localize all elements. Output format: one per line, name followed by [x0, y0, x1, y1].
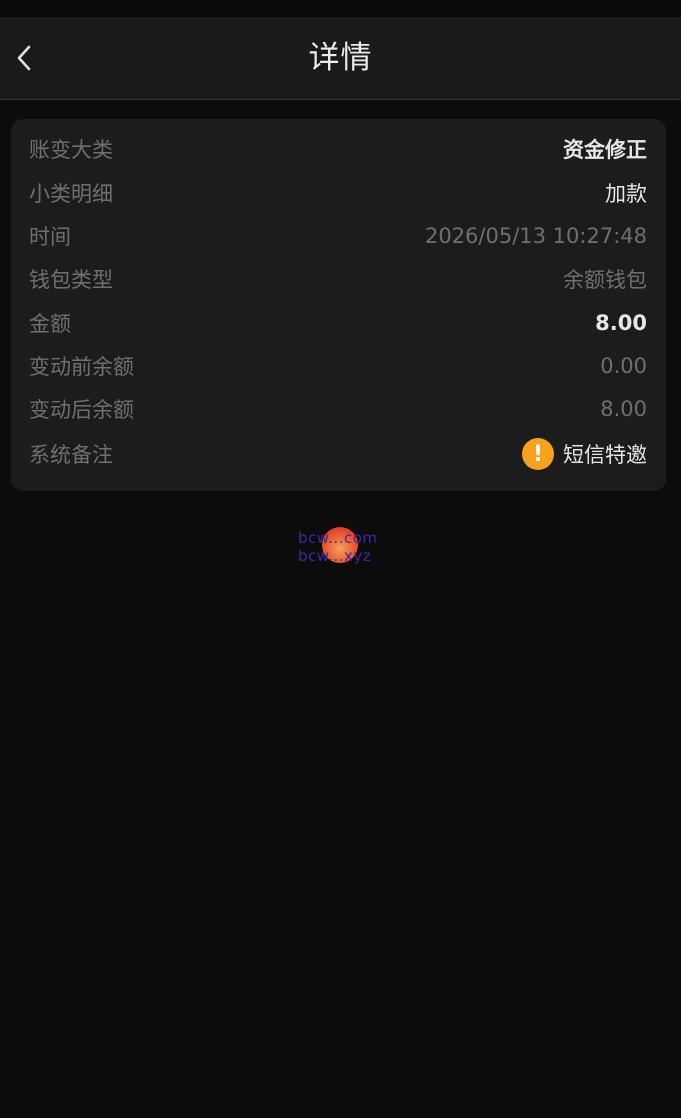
wallet-type-value: 余额钱包 [563, 268, 647, 292]
time-value: 2026/05/13 10:27:48 [424, 224, 647, 248]
exclamation-circle-icon: ! [522, 438, 554, 470]
detail-row-category: 账变大类 资金修正 [29, 129, 647, 169]
amount-label: 金额 [29, 312, 71, 336]
watermark-line-2: bcw...xyz [298, 547, 372, 565]
detail-row-balance-before: 变动前余额 0.00 [29, 346, 647, 386]
category-label: 账变大类 [29, 138, 113, 162]
subcategory-value: 加款 [605, 182, 647, 206]
detail-row-time: 时间 2026/05/13 10:27:48 [29, 216, 647, 256]
detail-row-wallet-type: 钱包类型 余额钱包 [29, 259, 647, 299]
category-value: 资金修正 [563, 138, 647, 162]
balance-after-label: 变动后余额 [29, 398, 134, 422]
detail-row-amount: 金额 8.00 [29, 303, 647, 343]
top-nav-bar: 详情 [0, 17, 681, 100]
subcategory-label: 小类明细 [29, 182, 113, 206]
watermark-line-1: bcw...com [298, 529, 378, 547]
balance-after-value: 8.00 [600, 397, 647, 421]
detail-row-balance-after: 变动后余额 8.00 [29, 389, 647, 429]
detail-row-remark: 系统备注 ! 短信特邀 [29, 434, 647, 474]
status-bar [0, 0, 681, 17]
remark-value-wrap: ! 短信特邀 [522, 438, 647, 470]
watermark: bcw...com bcw...xyz [296, 527, 396, 567]
detail-row-subcategory: 小类明细 加款 [29, 173, 647, 213]
page-title: 详情 [308, 40, 373, 76]
remark-label: 系统备注 [29, 443, 113, 467]
time-label: 时间 [29, 225, 71, 249]
remark-value: 短信特邀 [563, 443, 647, 467]
detail-card: 账变大类 资金修正 小类明细 加款 时间 2026/05/13 10:27:48… [11, 119, 666, 491]
balance-before-label: 变动前余额 [29, 355, 134, 379]
balance-before-value: 0.00 [600, 354, 647, 378]
wallet-type-label: 钱包类型 [29, 268, 113, 292]
amount-value: 8.00 [595, 311, 647, 335]
